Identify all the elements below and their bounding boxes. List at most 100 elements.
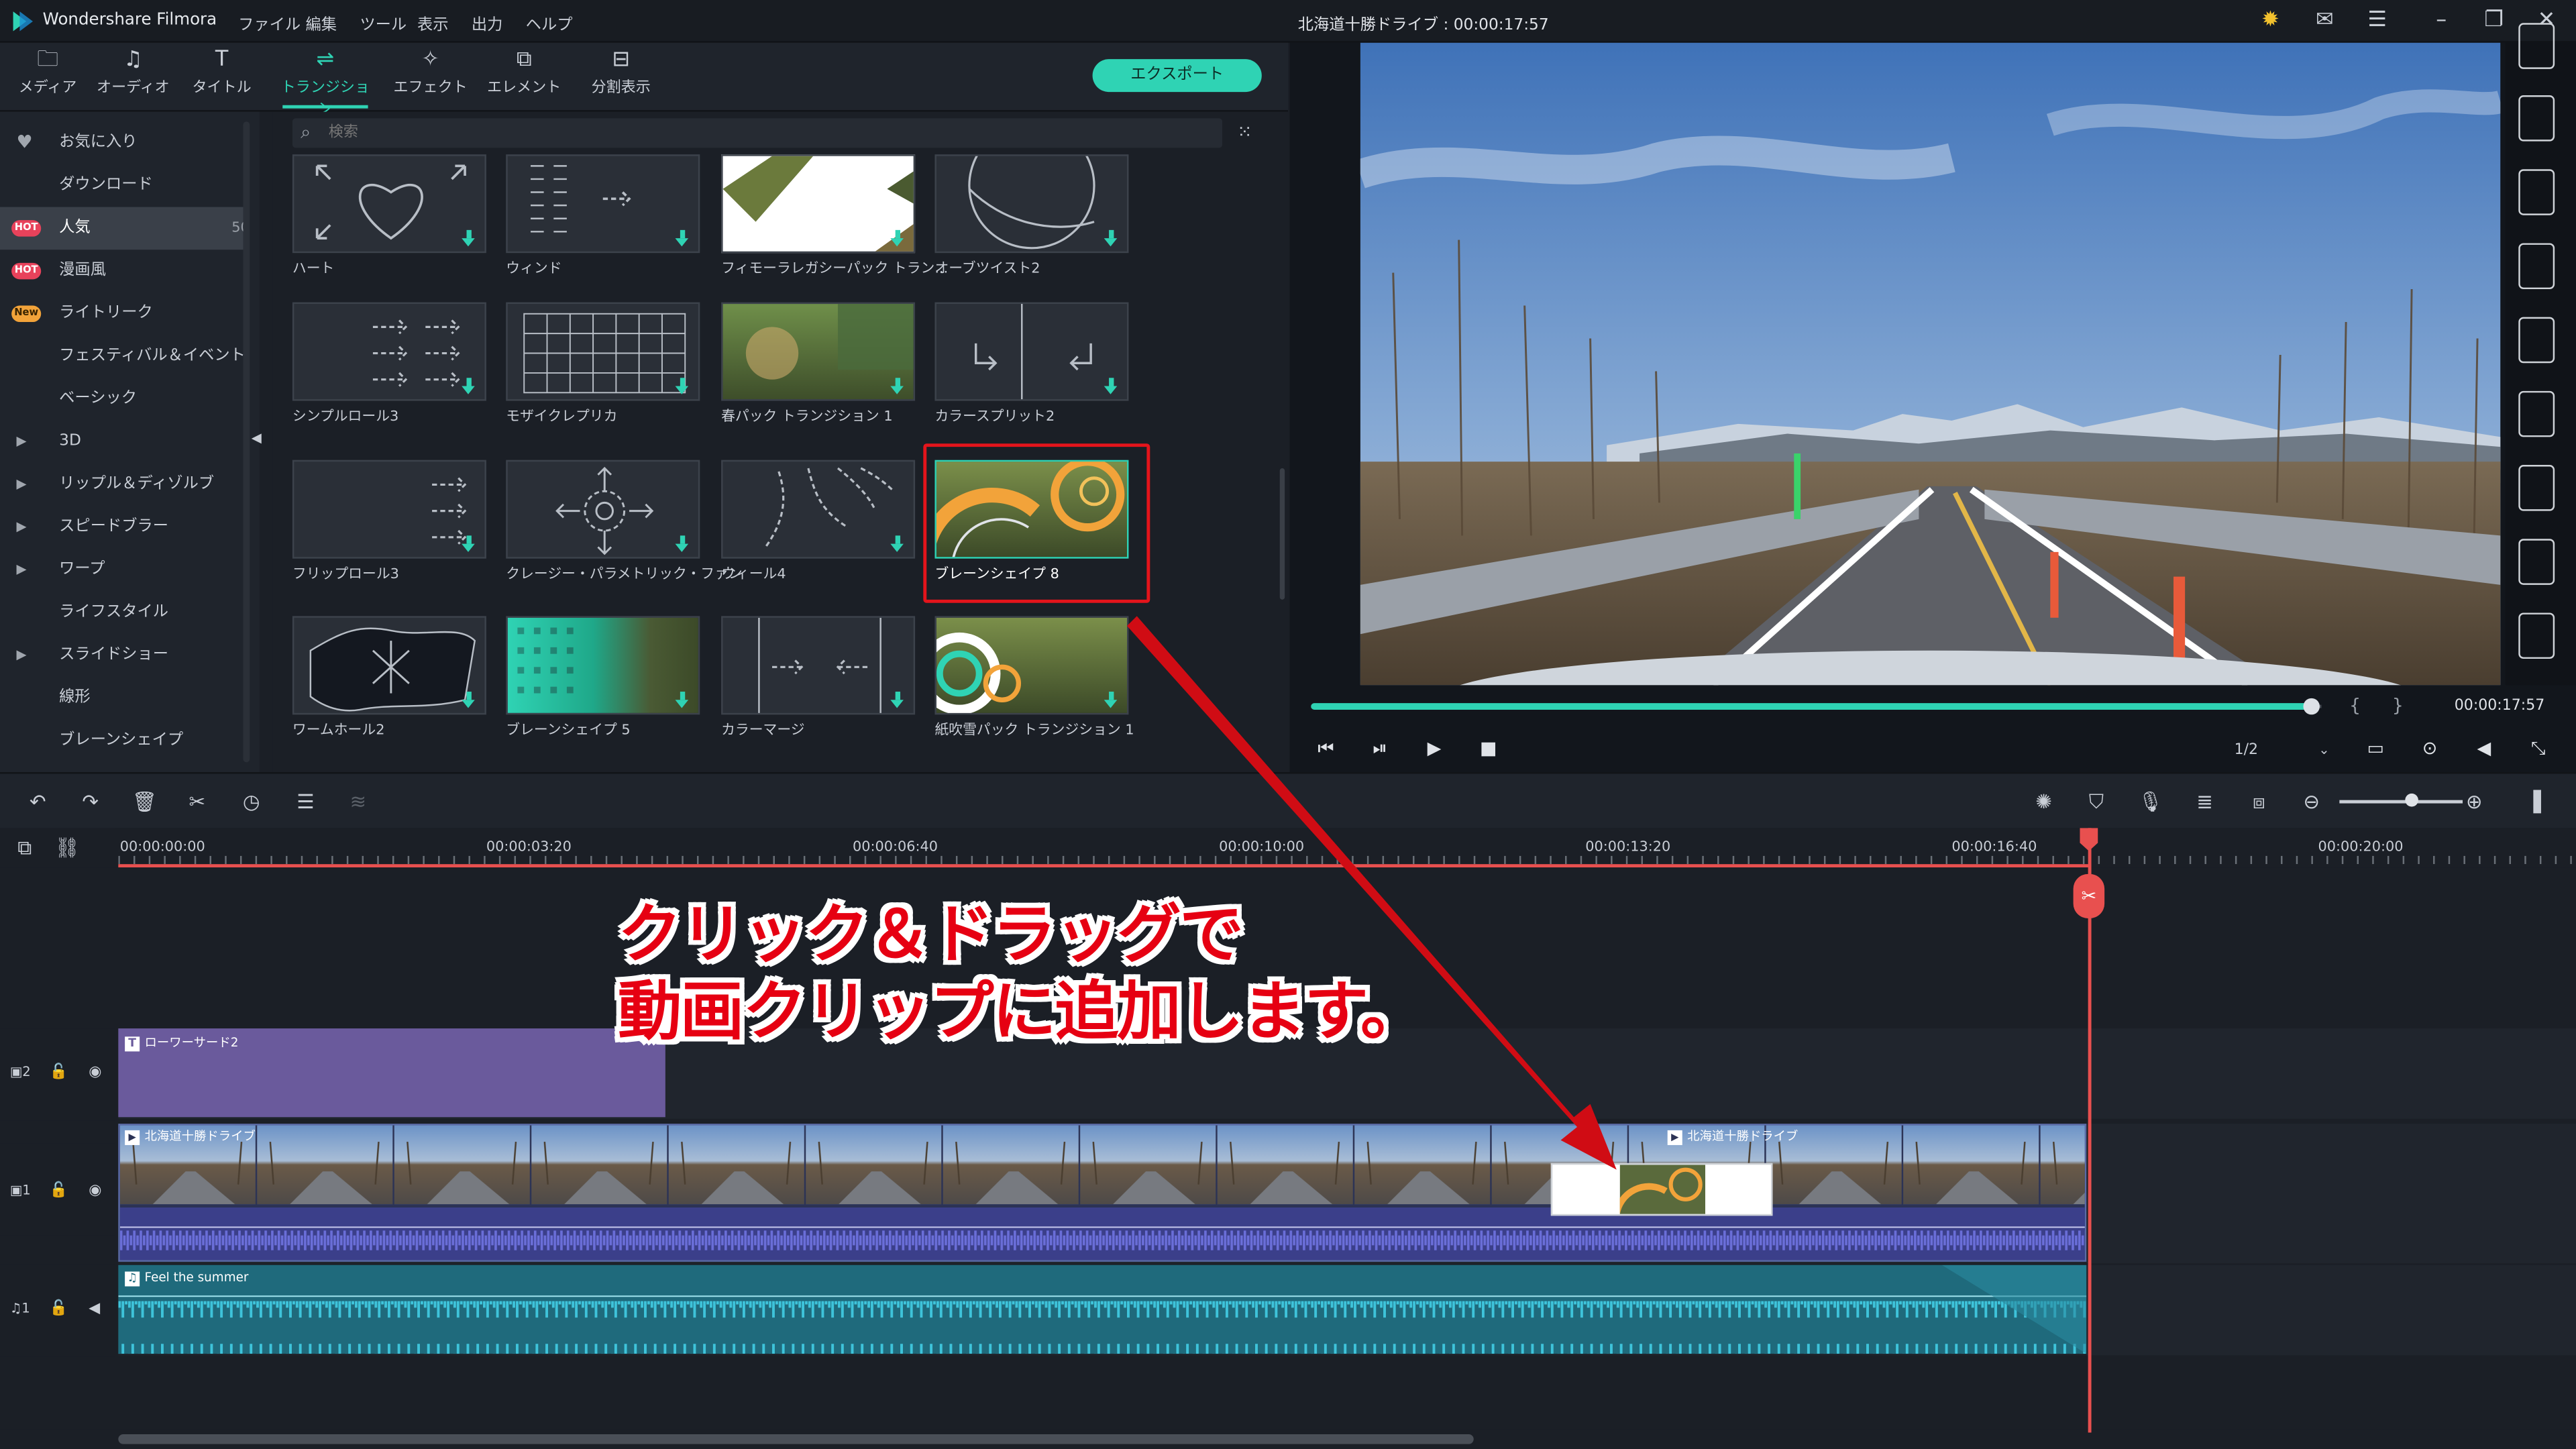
transition-tile-filmora-legacy[interactable]: フィモーラレガシーパック トラン...: [721, 154, 948, 296]
category-popular[interactable]: HOT 人気 50: [0, 207, 250, 250]
category-festival[interactable]: フェスティバル＆イベント: [0, 335, 246, 378]
menu-list-icon[interactable]: ☰: [2363, 7, 2392, 36]
tab-audio[interactable]: ♫ オーディオ: [85, 43, 180, 112]
transition-tile-wheel-4[interactable]: ウィール4: [721, 460, 916, 602]
category-light-leak[interactable]: New ライトリーク: [0, 292, 246, 335]
tab-media[interactable]: 🗀 メディア: [0, 43, 95, 112]
link-icon[interactable]: ⛓: [54, 835, 80, 861]
eye-icon[interactable]: ◉: [89, 1183, 101, 1199]
lock-icon[interactable]: 🔓: [49, 1301, 67, 1318]
search-input[interactable]: [328, 121, 822, 145]
voiceover-icon[interactable]: ≣: [2192, 789, 2218, 815]
transition-tile-crazy-parametric-fan[interactable]: クレージー・パラメトリック・ファン: [506, 460, 743, 602]
title-clip[interactable]: T ローワーサード2: [118, 1028, 665, 1118]
transition-tile-heart[interactable]: ハート: [292, 154, 486, 296]
transition-tile-simple-roll-3[interactable]: シンプルロール3: [292, 302, 486, 444]
category-favorites[interactable]: ♥ お気に入り: [0, 121, 246, 164]
restore-icon[interactable]: ❐: [2479, 7, 2509, 36]
render-icon[interactable]: ✺: [2031, 789, 2057, 815]
zoom-slider[interactable]: [2339, 800, 2463, 804]
transition-tile-brain-shape-5[interactable]: ブレーンシェイプ 5: [506, 616, 700, 757]
audio-clip[interactable]: ♫ Feel the summer: [118, 1265, 2087, 1354]
stop-icon[interactable]: ■: [1477, 738, 1500, 761]
category-brain-shape[interactable]: ブレーンシェイプ: [0, 720, 246, 763]
add-track-icon[interactable]: ⧉: [11, 835, 38, 861]
category-slideshow[interactable]: ▶ スライドショー: [0, 634, 246, 677]
lightbulb-icon[interactable]: ✹: [2255, 7, 2285, 36]
tab-effects[interactable]: ✧ エフェクト: [383, 43, 478, 112]
transition-tile-confetti-pack-1[interactable]: 紙吹雪パック トランジション 1: [934, 616, 1134, 757]
timeline-horizontal-scrollbar[interactable]: [118, 1434, 1474, 1444]
scissors-icon[interactable]: ✂: [184, 789, 210, 815]
tab-transition[interactable]: ⇌ トランジション: [278, 43, 373, 118]
volume-icon[interactable]: ◀: [2473, 738, 2496, 761]
audio-wave-icon[interactable]: ≋: [345, 789, 371, 815]
transition-tile-wormhole-2[interactable]: ワームホール2: [292, 616, 486, 757]
prev-frame-icon[interactable]: ⏮: [1314, 738, 1337, 761]
grid-view-icon[interactable]: ⁙: [1237, 122, 1256, 143]
export-button[interactable]: エクスポート: [1092, 59, 1262, 93]
category-scrollbar[interactable]: [243, 121, 250, 763]
fullscreen-icon[interactable]: ⤡: [2527, 738, 2550, 761]
speed-icon[interactable]: ◷: [238, 789, 264, 815]
mark-out-button[interactable]: }: [2392, 695, 2404, 716]
mail-icon[interactable]: ✉: [2310, 7, 2339, 36]
transition-tile-spring-pack-1[interactable]: 春パック トランジション 1: [721, 302, 916, 444]
redo-icon[interactable]: ↷: [77, 789, 103, 815]
mark-in-button[interactable]: {: [2349, 695, 2361, 716]
zoom-out-icon[interactable]: ⊖: [2298, 789, 2324, 815]
eye-icon[interactable]: ◉: [89, 1065, 101, 1081]
zoom-in-icon[interactable]: ⊕: [2461, 789, 2487, 815]
tab-elements[interactable]: ⧉ エレメント: [476, 43, 572, 112]
category-ripple-dissolve[interactable]: ▶ リップル＆ディゾルブ: [0, 464, 246, 506]
undo-icon[interactable]: ↶: [25, 789, 51, 815]
marker-icon[interactable]: ⛉: [2083, 789, 2109, 815]
microphone-icon[interactable]: 🎙: [2137, 789, 2163, 815]
speaker-icon[interactable]: ◀: [89, 1301, 100, 1318]
menu-help[interactable]: ヘルプ: [526, 11, 573, 34]
transition-tile-orb-twist-2[interactable]: オーブツイスト2: [934, 154, 1129, 296]
menu-export[interactable]: 出力: [472, 11, 503, 34]
category-manga[interactable]: HOT 漫画風: [0, 250, 246, 292]
dragged-transition-preview[interactable]: [1550, 1163, 1773, 1216]
camera-icon[interactable]: ⊙: [2418, 738, 2441, 761]
category-warp[interactable]: ▶ ワープ: [0, 549, 246, 592]
category-3d[interactable]: ▶ 3D: [0, 421, 246, 464]
category-basic[interactable]: ベーシック: [0, 378, 246, 421]
minimize-icon[interactable]: –: [2426, 7, 2456, 36]
tab-split-screen[interactable]: ⊟ 分割表示: [574, 43, 669, 112]
play-icon[interactable]: ▶: [1423, 738, 1446, 761]
playhead[interactable]: [2088, 828, 2091, 1433]
split-screen-icon: ⊟: [612, 48, 631, 72]
lock-icon[interactable]: 🔓: [49, 1183, 67, 1199]
zoom-handle[interactable]: [2405, 793, 2418, 807]
playhead-handle[interactable]: [2080, 828, 2098, 851]
menu-edit[interactable]: 編集: [306, 11, 337, 34]
tab-title[interactable]: T タイトル: [174, 43, 270, 112]
monitor-icon[interactable]: ▭: [2364, 738, 2387, 761]
grid-scrollbar[interactable]: [1279, 468, 1285, 600]
transition-tile-mosaic-replica[interactable]: モザイクレプリカ: [506, 302, 700, 444]
category-speed-blur[interactable]: ▶ スピードブラー: [0, 506, 246, 549]
category-download[interactable]: ダウンロード: [0, 164, 246, 207]
step-forward-icon[interactable]: ⏯: [1368, 738, 1391, 761]
collapse-panel-icon[interactable]: ◀: [252, 431, 262, 445]
transition-tile-color-split-2[interactable]: カラースプリット2: [934, 302, 1129, 444]
menu-tools[interactable]: ツール: [360, 11, 407, 34]
transition-tile-wind[interactable]: ウィンド: [506, 154, 700, 296]
delete-icon[interactable]: 🗑: [131, 789, 158, 815]
category-lifestyle[interactable]: ライフスタイル: [0, 592, 246, 635]
adjust-icon[interactable]: ☰: [292, 789, 319, 815]
category-linear[interactable]: 線形: [0, 677, 246, 720]
seek-handle[interactable]: [2303, 698, 2320, 715]
transition-tile-color-merge[interactable]: カラーマージ: [721, 616, 916, 757]
lock-icon[interactable]: 🔓: [49, 1065, 67, 1081]
scissors-icon[interactable]: ✂: [2073, 873, 2105, 918]
transition-tile-flip-roll-3[interactable]: フリップロール3: [292, 460, 486, 602]
video-clip[interactable]: ▶ 北海道十勝ドライブ ▶ 北海道十勝ドライブ: [118, 1124, 2087, 1262]
menu-view[interactable]: 表示: [417, 11, 449, 34]
playback-quality-select[interactable]: 1/2 ⌄: [2221, 738, 2336, 764]
menu-file[interactable]: ファイル: [238, 11, 301, 34]
snap-icon[interactable]: ⧈: [2246, 789, 2272, 815]
pause-bars-icon[interactable]: ▐: [2520, 789, 2546, 815]
